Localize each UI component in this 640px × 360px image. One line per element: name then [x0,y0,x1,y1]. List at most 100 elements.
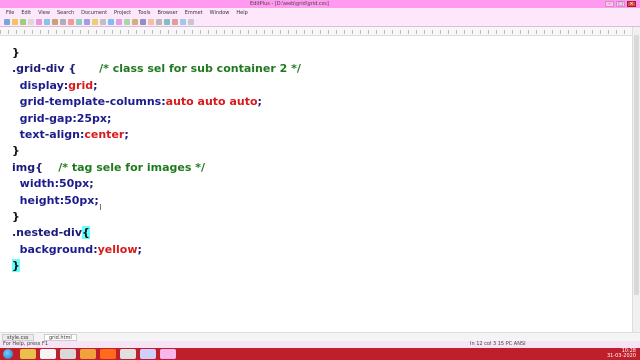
code-token: height [12,193,60,207]
toolbar-button-icon[interactable] [52,19,58,25]
toolbar-button-icon[interactable] [164,19,170,25]
toolbar-button-icon[interactable] [92,19,98,25]
firefox-icon[interactable] [100,349,116,359]
toolbar-button-icon[interactable] [148,19,154,25]
code-token: :50px; [59,193,99,207]
code-line[interactable]: } [12,143,612,159]
tab-style-css[interactable]: style.css [2,334,34,341]
code-token: grid [68,78,94,92]
toolbar-button-icon[interactable] [76,19,82,25]
toolbar-button-icon[interactable] [60,19,66,25]
taskbar: 10:28 31-03-2020 [0,348,640,360]
code-token: ; [93,78,98,92]
code-token: yellow [97,242,138,256]
chrome-icon[interactable] [40,349,56,359]
menu-edit[interactable]: Edit [21,10,31,16]
menu-tools[interactable]: Tools [138,10,150,16]
toolbar-button-icon[interactable] [68,19,74,25]
code-line[interactable]: } [12,45,612,61]
code-token: background [12,242,94,256]
code-token: .nested-div [12,226,82,240]
toolbar-button-icon[interactable] [12,19,18,25]
code-line[interactable]: .grid-div { /* class sel for sub contain… [12,61,612,77]
editor-area[interactable]: } .grid-div { /* class sel for sub contai… [0,27,632,332]
code-line[interactable]: } [12,258,612,274]
code-token: .grid-div { [12,62,77,76]
toolbar-button-icon[interactable] [188,19,194,25]
toolbar-button-icon[interactable] [36,19,42,25]
mouse-cursor [100,204,101,210]
toolbar-button-icon[interactable] [4,19,10,25]
toolbar-button-icon[interactable] [84,19,90,25]
code-token: display [12,78,64,92]
minimize-button[interactable]: – [605,1,614,7]
status-bar: For Help, press F1 In 12 col 3 15 PC ANS… [0,341,640,348]
menu-search[interactable]: Search [57,10,74,16]
menu-help[interactable]: Help [236,10,247,16]
media-icon[interactable] [80,349,96,359]
code-token: grid-template-columns [12,95,162,109]
code-line[interactable]: height:50px; [12,193,612,209]
file-explorer-icon[interactable] [20,349,36,359]
code-line[interactable]: .nested-div{ [12,225,612,241]
toolbar-button-icon[interactable] [44,19,50,25]
app-icon[interactable] [120,349,136,359]
column-ruler [0,27,632,36]
status-help-text: For Help, press F1 [3,341,49,347]
menu-bar: File Edit View Search Document Project T… [0,8,640,17]
code-line[interactable]: img{ /* tag sele for images */ [12,160,612,176]
code-token: text-align [12,127,80,141]
code-line[interactable]: grid-gap:25px; [12,111,612,127]
document-tabs: style.css grid.html [0,332,640,341]
menu-view[interactable]: View [38,10,50,16]
toolbar-button-icon[interactable] [116,19,122,25]
vertical-scrollbar[interactable] [632,27,640,332]
toolbar [0,17,640,27]
title-bar: EditPlus - [D:\web\grid\grid.css] – □ × [0,0,640,8]
tab-grid-html[interactable]: grid.html [44,334,77,341]
code-token: ; [257,95,262,109]
system-clock: 10:28 31-03-2020 [607,349,636,359]
menu-document[interactable]: Document [81,10,107,16]
menu-file[interactable]: File [6,10,14,16]
status-position: In 12 col 3 15 PC ANSI [470,341,526,347]
code-line[interactable]: grid-template-columns:auto auto auto; [12,94,612,110]
code-token: :25px; [72,111,112,125]
menu-window[interactable]: Window [210,10,230,16]
code-line[interactable]: width:50px; [12,176,612,192]
editplus-icon[interactable] [160,349,176,359]
code-token: } [12,46,20,59]
toolbar-button-icon[interactable] [132,19,138,25]
code-token: } [12,259,20,273]
menu-browser[interactable]: Browser [157,10,177,16]
toolbar-button-icon[interactable] [100,19,106,25]
menu-emmet[interactable]: Emmet [185,10,203,16]
scrollbar-thumb[interactable] [634,35,639,295]
toolbar-button-icon[interactable] [172,19,178,25]
code-token: auto auto auto [165,95,258,109]
code-content[interactable]: } .grid-div { /* class sel for sub contai… [12,45,612,274]
toolbar-button-icon[interactable] [140,19,146,25]
maximize-button[interactable]: □ [616,1,625,7]
menu-project[interactable]: Project [114,10,131,16]
toolbar-button-icon[interactable] [156,19,162,25]
close-button[interactable]: × [627,1,636,7]
code-token: } [12,144,20,158]
start-button[interactable] [3,349,13,359]
toolbar-button-icon[interactable] [180,19,186,25]
toolbar-button-icon[interactable] [108,19,114,25]
code-line[interactable]: display:grid; [12,78,612,94]
code-token: grid-gap [12,111,73,125]
app-icon[interactable] [60,349,76,359]
toolbar-icons [4,19,194,25]
toolbar-button-icon[interactable] [124,19,130,25]
toolbar-button-icon[interactable] [20,19,26,25]
code-token: img{ [12,160,43,174]
app-icon[interactable] [140,349,156,359]
code-line[interactable]: background:yellow; [12,242,612,258]
code-line[interactable]: } [12,209,612,225]
toolbar-button-icon[interactable] [28,19,34,25]
code-line[interactable]: text-align:center; [12,127,612,143]
code-token: ; [137,242,142,256]
ruler-ticks [0,30,632,34]
